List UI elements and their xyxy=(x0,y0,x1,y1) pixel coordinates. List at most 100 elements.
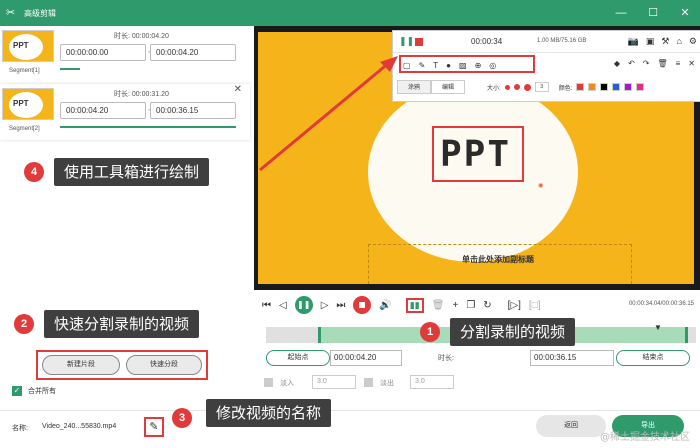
delete-segment-icon[interactable]: 🗑 xyxy=(432,300,445,311)
camera-icon[interactable]: 📷 xyxy=(628,36,639,47)
segment-end-input[interactable]: 00:00:04.20 xyxy=(150,44,236,61)
add-icon[interactable]: + xyxy=(452,300,458,311)
file-name-value: Video_240...55830.mp4 xyxy=(42,423,117,430)
zoom-tool-icon[interactable]: ⊕ xyxy=(475,61,482,70)
minimize-icon[interactable]: — xyxy=(614,6,628,20)
size-label: 大小: xyxy=(487,85,501,92)
rename-edit-icon[interactable]: ✎ xyxy=(146,419,162,435)
callout-split-video: 分割录制的视频 xyxy=(450,318,576,346)
image-tool-icon[interactable]: ▨ xyxy=(459,61,467,70)
volume-icon[interactable]: 🔊 xyxy=(379,300,391,311)
size-large[interactable] xyxy=(523,83,531,91)
color-pink[interactable] xyxy=(636,83,645,91)
redo-icon[interactable]: ↷ xyxy=(643,59,650,68)
lock-icon[interactable]: ⌂ xyxy=(676,36,681,47)
size-input[interactable]: 3 xyxy=(534,82,549,92)
pause-icon[interactable]: ❚❚ xyxy=(399,36,414,47)
trim-controls: 起始点 00:00:04.20 时长: 00:00:36.15 结束点 xyxy=(262,350,696,368)
split-icon[interactable]: ▮▮ xyxy=(405,297,424,313)
fade-out-label: 淡出 xyxy=(380,380,394,387)
stop-icon[interactable] xyxy=(415,38,423,46)
recording-toolbar-top: ❚❚ 00:00:34 1.00 MB/75.16 GB 📷 ▣ ⚒ ⌂ ⚙ xyxy=(393,31,700,53)
set-end-button[interactable]: 结束点 xyxy=(616,350,690,366)
segment-list: PPT Segment[1] 时长: 00:00:04.20 00:00:00.… xyxy=(0,26,250,150)
play-pause-icon[interactable]: ❚❚ xyxy=(294,296,313,314)
settings-icon[interactable]: ⚙ xyxy=(689,36,697,47)
segment-duration: 时长: 00:00:31.20 xyxy=(114,91,169,98)
skip-start-icon[interactable]: ⏮ xyxy=(262,300,271,311)
text-tool-icon[interactable]: T xyxy=(433,61,438,70)
trim-end-input[interactable]: 00:00:36.15 xyxy=(530,350,614,366)
color-red[interactable] xyxy=(576,83,585,91)
app-logo-icon: ✂ xyxy=(6,7,16,19)
undo-icon[interactable]: ↶ xyxy=(628,59,635,68)
reset-icon[interactable]: ↻ xyxy=(483,300,491,311)
toolbox-icon[interactable]: ⚒ xyxy=(661,36,669,47)
next-frame-icon[interactable]: ▷ xyxy=(321,300,329,311)
callout-number-2: 2 xyxy=(14,314,34,334)
prev-frame-icon[interactable]: ◁ xyxy=(279,300,287,311)
draw-options: 涂鸦 编辑 大小: 3 颜色: xyxy=(397,79,697,95)
stop-icon[interactable] xyxy=(353,296,372,314)
callout-number-1: 1 xyxy=(420,322,440,342)
merge-all-option[interactable]: ✓ 合并所有 xyxy=(12,386,56,396)
watermark: @稀土掘金技术社区 xyxy=(600,432,690,443)
crop-end-icon[interactable]: [□] xyxy=(529,300,541,311)
highlight-box-ppt: PPT xyxy=(432,126,524,182)
tab-edit[interactable]: 编辑 xyxy=(431,80,466,94)
delete-icon[interactable]: 🗑 xyxy=(657,59,667,68)
close-toolbar-icon[interactable]: ✕ xyxy=(688,59,695,68)
color-purple[interactable] xyxy=(624,83,633,91)
playhead-icon[interactable]: ▼ xyxy=(654,323,662,332)
set-start-button[interactable]: 起始点 xyxy=(266,350,330,366)
size-small[interactable] xyxy=(504,84,510,90)
segment-item-1[interactable]: PPT Segment[1] 时长: 00:00:04.20 00:00:00.… xyxy=(0,26,250,82)
segment-start-input[interactable]: 00:00:00.00 xyxy=(60,44,146,61)
segment-thumbnail: PPT xyxy=(2,30,54,62)
draw-actions: ◆ ↶ ↷ 🗑 ≡ ✕ xyxy=(614,59,695,68)
segment-thumbnail: PPT xyxy=(2,88,54,120)
merge-label: 合并所有 xyxy=(28,388,56,395)
close-icon[interactable]: ✕ xyxy=(678,6,692,20)
segment-start-input[interactable]: 00:00:04.20 xyxy=(60,102,146,119)
segment-item-2[interactable]: PPT Segment[2] 时长: 00:00:31.20 ✕ 00:00:0… xyxy=(0,84,250,140)
audio-icon[interactable]: ▣ xyxy=(646,36,655,47)
new-segment-button[interactable]: 新建片段 xyxy=(42,355,120,375)
quick-split-button[interactable]: 快速分段 xyxy=(126,355,202,375)
number-tool-icon[interactable]: ● xyxy=(446,61,451,70)
copy-icon[interactable]: ❐ xyxy=(466,300,475,311)
segment-label: Segment[2] xyxy=(9,126,40,132)
segment-progress xyxy=(60,126,236,128)
slide-title: PPT xyxy=(440,134,512,175)
maximize-icon[interactable]: ☐ xyxy=(646,6,660,20)
fade-in-input[interactable]: 3.0 xyxy=(312,375,356,389)
spotlight-tool-icon[interactable]: ◎ xyxy=(489,61,496,70)
playback-buttons: ⏮ ◁ ❚❚ ▷ ⏭ 🔊 ▮▮ 🗑 + ❐ ↻ [▷] [□] xyxy=(262,296,541,314)
skip-end-icon[interactable]: ⏭ xyxy=(336,300,345,311)
eraser-icon[interactable]: ◆ xyxy=(614,59,620,68)
recording-time: 00:00:34 xyxy=(471,37,503,46)
color-orange[interactable] xyxy=(588,83,597,91)
bottom-bar: 名称: Video_240...55830.mp4 ✎ 返回 导出 xyxy=(0,410,700,448)
fade-out-input[interactable]: 3.0 xyxy=(410,375,454,389)
trim-start-input[interactable]: 00:00:04.20 xyxy=(330,350,402,366)
fade-out-checkbox[interactable] xyxy=(364,378,373,387)
size-medium[interactable] xyxy=(513,84,520,90)
title-bar: ✂ 高级剪辑 — ☐ ✕ xyxy=(0,0,700,26)
color-black[interactable] xyxy=(600,83,609,91)
menu-icon[interactable]: ≡ xyxy=(676,59,681,68)
window-title: 高级剪辑 xyxy=(24,8,56,18)
arrow-annotation xyxy=(259,56,398,172)
fade-in-checkbox[interactable] xyxy=(264,378,273,387)
merge-checkbox[interactable]: ✓ xyxy=(12,386,22,396)
back-button[interactable]: 返回 xyxy=(536,415,606,437)
crop-start-icon[interactable]: [▷] xyxy=(508,300,521,311)
draw-tools: ▢ ✎ T ● ▨ ⊕ ◎ xyxy=(397,55,496,75)
segment-progress xyxy=(60,68,80,70)
file-name-label: 名称: xyxy=(12,425,28,432)
color-blue[interactable] xyxy=(612,83,621,91)
recording-size: 1.00 MB/75.16 GB xyxy=(537,38,587,44)
segment-end-input[interactable]: 00:00:36.15 xyxy=(150,102,236,119)
color-label: 颜色: xyxy=(558,85,573,92)
pen-tool-icon[interactable]: ✎ xyxy=(419,61,426,70)
